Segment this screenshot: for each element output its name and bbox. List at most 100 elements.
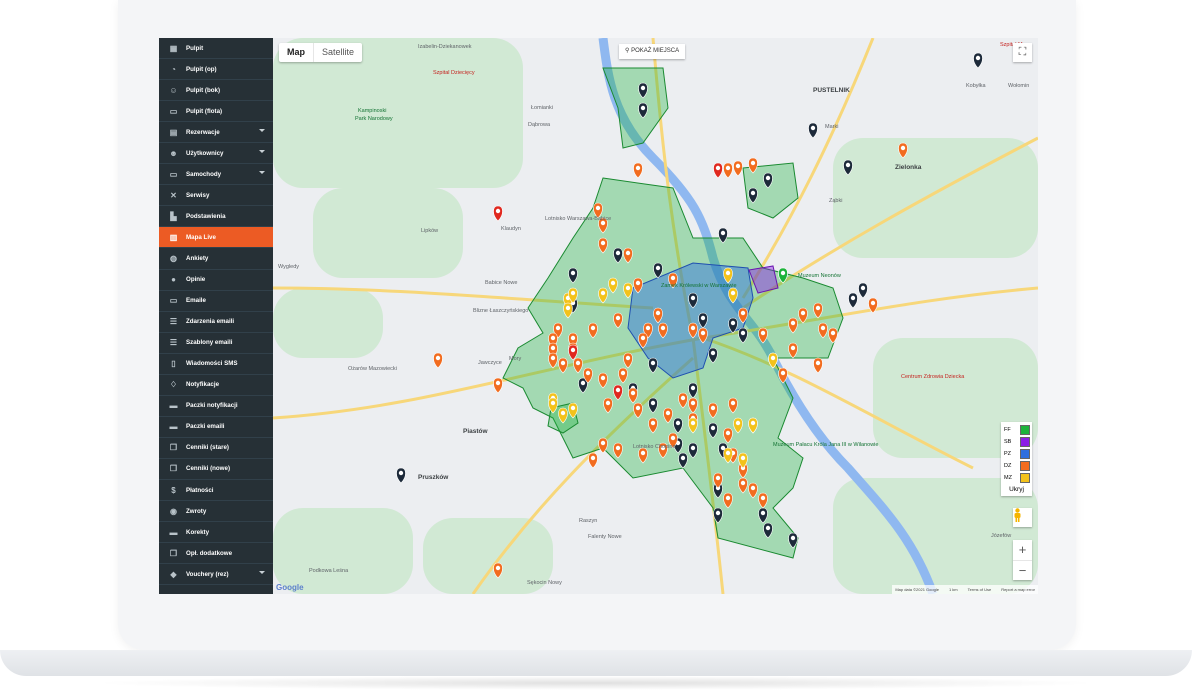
zone-legend: FF SB PZ DZ MZ Ukryj (1001, 422, 1032, 496)
sidebar-item[interactable]: ▭ Samochody (159, 164, 273, 186)
sidebar-item[interactable]: ▦ Pulpit (159, 38, 273, 60)
place-label: Szpital Dziecięcy (433, 70, 475, 76)
google-logo: Google (276, 583, 304, 592)
show-places-button[interactable]: ⚲ POKAŻ MIEJSCA (619, 44, 686, 59)
map-icon: ▥ (169, 232, 178, 242)
chevron-down-icon (259, 150, 265, 154)
legend-hide-button[interactable]: Ukryj (1003, 486, 1030, 493)
sidebar-item[interactable]: ● Opinie (159, 270, 273, 291)
sidebar-item[interactable]: ▥ Mapa Live (159, 227, 273, 249)
inbox-icon: ▭ (169, 296, 178, 306)
sidebar-item-label: Paczki emaili (186, 423, 225, 431)
map-type-map-button[interactable]: Map (279, 43, 313, 62)
car-icon: ▭ (169, 106, 178, 116)
sidebar-item-label: Pulpit (op) (186, 65, 217, 73)
sidebar-item[interactable]: ▬ Korekty (159, 522, 273, 544)
copy-icon: ❐ (169, 548, 178, 558)
sidebar-item[interactable]: ☰ Szablony emaili (159, 333, 273, 354)
place-label: Pruszków (418, 474, 449, 481)
map-type-satellite-button[interactable]: Satellite (313, 43, 362, 62)
sidebar-item[interactable]: ☰ Zdarzenia emaili (159, 312, 273, 333)
place-label: Podkowa Leśna (309, 568, 349, 574)
grid-icon: ▦ (169, 43, 178, 53)
place-label: Muzeum Pałacu Króla Jana III w Wilanowie (773, 442, 879, 448)
phone-icon: ▯ (171, 359, 176, 369)
place-label: Centrum Zdrowia Dziecka (901, 374, 965, 380)
scale-text: 1 km (948, 587, 958, 592)
sidebar-item[interactable]: ▤ Rezerwacje (159, 122, 273, 144)
legend-swatch (1020, 437, 1030, 447)
sidebar-item-label: Vouchery (rez) (186, 570, 229, 578)
zoom-in-button[interactable]: + (1013, 540, 1032, 560)
zoom-out-button[interactable]: − (1013, 560, 1032, 581)
car-icon: ▭ (169, 169, 178, 179)
place-label: Muzeum Neonów (798, 273, 841, 279)
sidebar-item[interactable]: ❐ Cenniki (nowe) (159, 459, 273, 480)
place-label: Izabelin-Dziekanowek (418, 44, 472, 50)
sidebar: ▦ Pulpit ◔ Pulpit (op) ☺ Pulpit (bok) ▭ Pulpit … (159, 38, 273, 594)
sidebar-item[interactable]: ▯ Wiadomości SMS (159, 354, 273, 375)
sidebar-item[interactable]: ◉ Zwroty (159, 501, 273, 523)
place-label: Blizne Łaszczyńskiego (473, 308, 529, 314)
pegman-icon (1014, 508, 1021, 522)
legend-swatch (1020, 461, 1030, 471)
sidebar-item[interactable]: ▭ Emaile (159, 291, 273, 312)
place-label: Piastów (463, 428, 488, 435)
forest-area (273, 288, 383, 358)
sidebar-item[interactable]: ▬ Paczki emaili (159, 417, 273, 438)
place-label: Zamek Królewski w Warszawie (661, 283, 737, 289)
legend-row: MZ (1003, 472, 1030, 484)
place-label: Raszyn (579, 518, 598, 524)
sidebar-item[interactable]: ☻ Użytkownicy (159, 143, 273, 165)
sidebar-item[interactable]: $ Płatności (159, 480, 273, 502)
sidebar-item[interactable]: ◆ Vouchery (rez) (159, 564, 273, 586)
legend-code: MZ (1004, 475, 1012, 481)
sidebar-item-label: Cenniki (nowe) (186, 465, 231, 473)
sidebar-item[interactable]: ❐ Opł. dodatkowe (159, 543, 273, 565)
place-label: Józefów (991, 533, 1012, 539)
sidebar-item[interactable]: ▙ Podstawienia (159, 206, 273, 228)
place-label: Łomianki (531, 105, 554, 111)
fullscreen-button[interactable]: ⛶ (1013, 43, 1032, 62)
sidebar-item-label: Mapa Live (186, 233, 216, 241)
legend-row: DZ (1003, 460, 1030, 472)
sidebar-item-label: Opinie (186, 276, 206, 284)
sidebar-item[interactable]: ✕ Serwisy (159, 185, 273, 207)
sidebar-item-label: Pulpit (186, 44, 204, 52)
place-label: Jawczyce (478, 360, 502, 366)
legend-swatch (1020, 473, 1030, 483)
sidebar-item-label: Ankiety (186, 254, 209, 262)
place-label: Marki (825, 124, 839, 130)
report-link[interactable]: Report a map error (1001, 585, 1035, 594)
legend-code: SB (1004, 439, 1012, 445)
sidebar-item-label: Płatności (186, 486, 214, 494)
calendar-icon: ▤ (169, 127, 178, 137)
sidebar-item[interactable]: ▭ Pulpit (flota) (159, 101, 273, 123)
sidebar-item[interactable]: ♢ Notyfikacje (159, 375, 273, 396)
sidebar-item-label: Notyfikacje (186, 381, 220, 389)
sidebar-item-label: Podstawienia (186, 212, 226, 220)
place-label: Kampinoski (358, 108, 387, 114)
user-group-icon: ☻ (169, 148, 178, 158)
sidebar-item[interactable]: ☺ Pulpit (bok) (159, 80, 273, 102)
place-label: Falenty Nowe (588, 534, 622, 540)
sidebar-item-label: Paczki notyfikacji (186, 402, 238, 410)
sidebar-item[interactable]: ▬ Paczki notyfikacji (159, 396, 273, 417)
street-view-button[interactable] (1013, 508, 1032, 527)
place-label: Lipków (421, 228, 439, 234)
place-label: Ząbki (829, 198, 843, 204)
sidebar-item[interactable]: ◍ Ankiety (159, 248, 273, 270)
list-icon: ☰ (169, 317, 178, 327)
forest-area (833, 138, 1038, 258)
sidebar-item[interactable]: ◔ Pulpit (op) (159, 59, 273, 81)
place-label: Babice Nowe (485, 280, 518, 286)
place-label: Park Narodowy (355, 116, 393, 122)
place-label: Ożarów Mazowiecki (348, 366, 397, 372)
sidebar-item-label: Użytkownicy (186, 149, 224, 157)
live-map[interactable]: Izabelin-Dziekanowek Szpital Dziecięcy K… (273, 38, 1038, 594)
sidebar-item-label: Serwisy (186, 191, 210, 199)
tools-icon: ✕ (170, 190, 177, 200)
sidebar-item[interactable]: ❐ Cenniki (stare) (159, 438, 273, 459)
terms-link[interactable]: Terms of Use (968, 585, 992, 594)
legend-swatch (1020, 425, 1030, 435)
